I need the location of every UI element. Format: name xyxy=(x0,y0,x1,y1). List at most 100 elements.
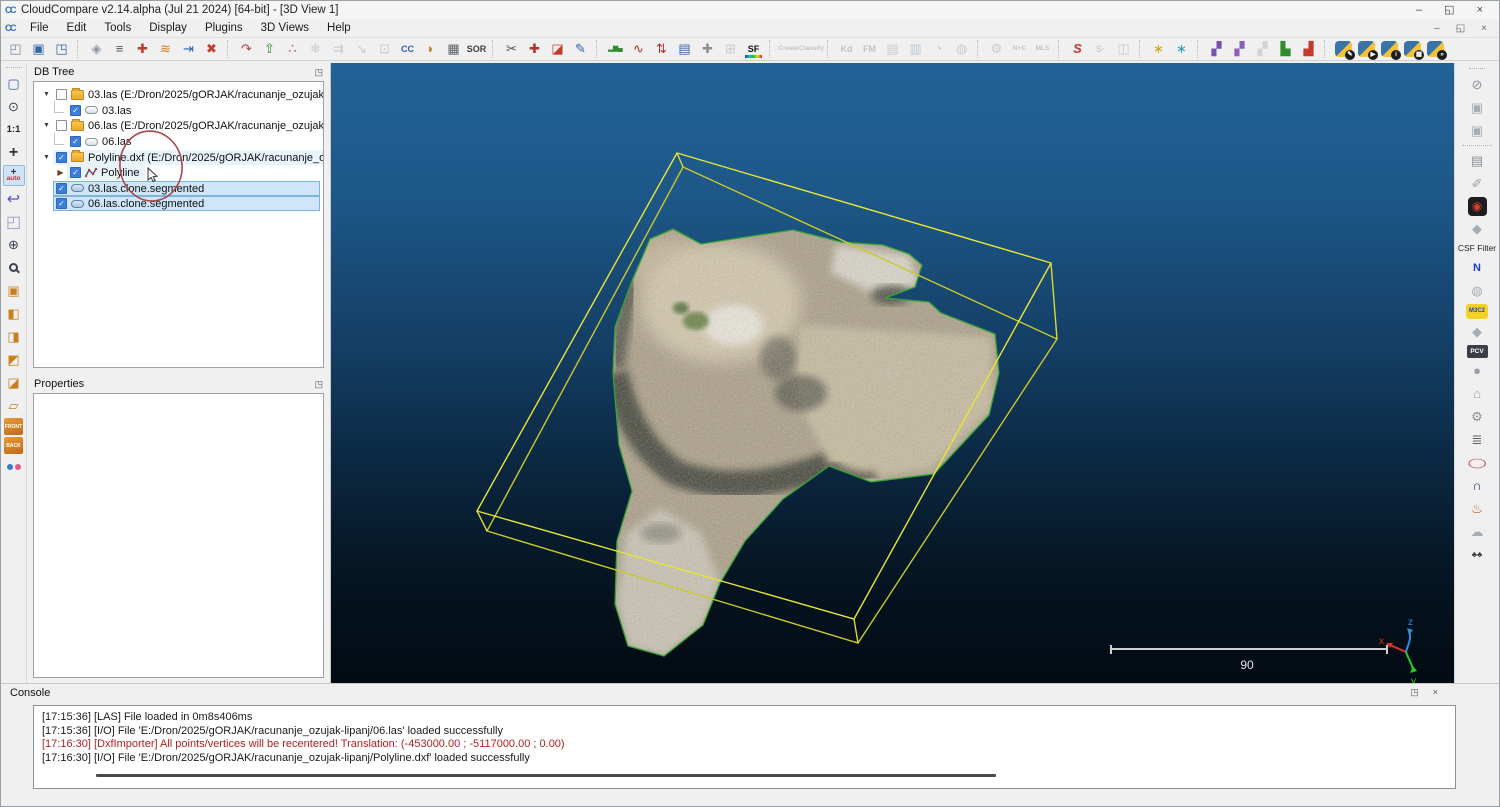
toolbar-compute-stat-params[interactable]: ∿ xyxy=(628,39,649,59)
right-toolbar-gears[interactable]: ⚙ xyxy=(1465,407,1489,427)
right-toolbar-pcv[interactable]: PCV xyxy=(1467,345,1488,358)
toolbar-plugin-settings[interactable]: ⚙ xyxy=(986,39,1007,59)
tree-row[interactable]: ▼03.las (E:/Dron/2025/gORJAK/racunanje_o… xyxy=(34,87,323,103)
toolbar-canupo-create[interactable]: Create xyxy=(778,39,799,59)
toolbar-segment[interactable]: ✂ xyxy=(501,39,522,59)
toolbar-apply-transformation[interactable]: ✚ xyxy=(132,39,153,59)
visibility-checkbox[interactable]: ✓ xyxy=(70,167,81,178)
restore-icon[interactable]: ◱ xyxy=(1444,1,1454,19)
toolbar-open[interactable]: ◰ xyxy=(5,39,26,59)
toolbar-python-editor[interactable]: ✎ xyxy=(1335,41,1352,57)
expander-open-icon[interactable]: ▼ xyxy=(40,122,53,129)
toolbar-delete[interactable]: ✖ xyxy=(201,39,222,59)
minimize-icon[interactable]: – xyxy=(1416,1,1422,19)
tree-row[interactable]: ▶✓Polyline xyxy=(34,165,323,181)
close-panel-icon[interactable]: × xyxy=(1433,687,1438,698)
tree-row[interactable]: ▼✓Polyline.dxf (E:/Dron/2025/gORJAK/racu… xyxy=(34,149,323,165)
left-toolbar-view-back[interactable]: ◩ xyxy=(3,349,25,370)
right-toolbar-compass[interactable]: ◉ xyxy=(1468,197,1487,216)
float-panel-icon[interactable]: ◳ xyxy=(314,66,323,78)
horizontal-scrollbar[interactable] xyxy=(96,774,996,777)
menu-plugins[interactable]: Plugins xyxy=(196,21,252,35)
toolbar-globe-projection[interactable]: ◍ xyxy=(951,39,972,59)
toolbar-spline-fit[interactable]: S xyxy=(1067,39,1088,59)
toolbar-canupo-classify[interactable]: Classify xyxy=(801,39,822,59)
left-toolbar-perspective-cube[interactable]: ◰ xyxy=(3,211,25,232)
toolbar-point-picking[interactable]: ✚ xyxy=(524,39,545,59)
tree-row[interactable]: ▼06.las (E:/Dron/2025/gORJAK/racunanje_o… xyxy=(34,118,323,134)
right-toolbar-layers-stack[interactable]: ≣ xyxy=(1465,430,1489,450)
right-toolbar-shield-1[interactable]: ◆ xyxy=(1465,219,1489,239)
right-toolbar-m3c2[interactable]: M3C2 xyxy=(1466,304,1488,319)
left-toolbar-zoom-1-1[interactable]: 1:1 xyxy=(3,119,25,140)
toolbar-python-repl[interactable]: » xyxy=(1427,41,1444,57)
console-log[interactable]: [17:15:36] [LAS] File loaded in 0m8s406m… xyxy=(33,705,1456,789)
float-panel-icon[interactable]: ◳ xyxy=(1410,687,1419,698)
toolbar-normals-nc[interactable]: N+C xyxy=(1009,39,1030,59)
right-toolbar-normals-tool[interactable]: N xyxy=(1465,258,1489,278)
right-toolbar-clamp-magnet[interactable]: ∩ xyxy=(1465,476,1489,496)
toolbar-python-packages[interactable]: ▦ xyxy=(1404,41,1421,57)
left-toolbar-stereo-mode[interactable] xyxy=(3,456,25,477)
toolbar-python-info[interactable]: i xyxy=(1381,41,1398,57)
left-toolbar-view-left[interactable]: ◨ xyxy=(3,326,25,347)
toolbar-sf-add[interactable]: ✚ xyxy=(697,39,718,59)
toolbar-toggle-properties[interactable]: ≡ xyxy=(109,39,130,59)
visibility-checkbox[interactable] xyxy=(56,120,67,131)
visibility-checkbox[interactable]: ✓ xyxy=(56,152,67,163)
right-toolbar-animation[interactable]: ▤ xyxy=(1465,151,1489,171)
left-toolbar-view-front-iso[interactable]: FRONT xyxy=(4,418,23,435)
expander-open-icon[interactable]: ▼ xyxy=(40,154,53,161)
menu-file[interactable]: File xyxy=(21,21,58,35)
right-toolbar-treeiso[interactable]: ♣♣ xyxy=(1465,545,1489,565)
menu-3d-views[interactable]: 3D Views xyxy=(252,21,318,35)
left-toolbar-view-top[interactable]: ▣ xyxy=(3,280,25,301)
mdi-minimize-icon[interactable]: – xyxy=(1434,23,1440,34)
toolbar-save-multiple[interactable]: ◳ xyxy=(51,39,72,59)
toolbar-subsample[interactable]: ∴ xyxy=(282,39,303,59)
tree-row[interactable]: ✓06.las xyxy=(34,134,323,150)
toolbar-drag-handle[interactable] xyxy=(1469,68,1485,69)
toolbar-compare-clouds[interactable]: CC xyxy=(397,39,418,59)
toolbar-python-run[interactable]: ▶ xyxy=(1358,41,1375,57)
left-toolbar-zoom-tool[interactable] xyxy=(3,257,25,278)
menu-help[interactable]: Help xyxy=(318,21,360,35)
menu-edit[interactable]: Edit xyxy=(58,21,96,35)
mdi-child-icon[interactable]: CC xyxy=(5,23,15,33)
toolbar-project-cloud[interactable]: ↘ xyxy=(351,39,372,59)
left-toolbar-view-right[interactable]: ◪ xyxy=(3,372,25,393)
toolbar-kd-tree[interactable]: Kd xyxy=(836,39,857,59)
left-toolbar-view-bottom[interactable]: ▱ xyxy=(3,395,25,416)
3d-viewport[interactable]: 90 x z y xyxy=(331,63,1454,685)
toolbar-sf-color-scale[interactable]: ▤ xyxy=(674,39,695,59)
right-toolbar-cloud-layers[interactable]: ☁ xyxy=(1465,522,1489,542)
right-toolbar-render-film[interactable]: ▣ xyxy=(1465,98,1489,118)
toolbar-masc-train[interactable]: ▞ xyxy=(1206,39,1227,59)
toolbar-gtools-classify[interactable]: ∗ xyxy=(1171,39,1192,59)
left-toolbar-previous-view[interactable]: ↩ xyxy=(3,188,25,209)
toolbar-drag-handle[interactable] xyxy=(6,67,22,68)
left-toolbar-screenshot[interactable]: ⊙ xyxy=(3,96,25,117)
toolbar-csv-export[interactable]: ▥ xyxy=(905,39,926,59)
right-toolbar-render-film-2[interactable]: ▣ xyxy=(1465,121,1489,141)
tree-row[interactable]: ✓06.las.clone.segmented xyxy=(34,196,323,212)
toolbar-save[interactable]: ▣ xyxy=(28,39,49,59)
toolbar-sf-calculator[interactable]: ⊞ xyxy=(720,39,741,59)
toolbar-primitive-factory[interactable]: ◗ xyxy=(420,39,441,59)
right-toolbar-hough-ellipse[interactable]: ◯ xyxy=(1465,457,1489,468)
left-toolbar-pan-mode[interactable]: ⊕ xyxy=(3,234,25,255)
right-toolbar-hdr[interactable]: ◍ xyxy=(1465,281,1489,301)
toolbar-sf-arithmetic[interactable]: SF xyxy=(743,39,764,59)
visibility-checkbox[interactable]: ✓ xyxy=(70,105,81,116)
right-toolbar-plugin-disabled[interactable]: ⊘ xyxy=(1465,75,1489,95)
visibility-checkbox[interactable] xyxy=(56,89,67,100)
left-toolbar-pivot-center[interactable]: + xyxy=(3,142,25,163)
left-toolbar-display-options[interactable]: ▢ xyxy=(3,73,25,94)
menu-tools[interactable]: Tools xyxy=(95,21,140,35)
toolbar-fast-marching[interactable]: FM xyxy=(859,39,880,59)
toolbar-global-shift[interactable]: ◈ xyxy=(86,39,107,59)
toolbar-gtools-trace[interactable]: ∗ xyxy=(1148,39,1169,59)
toolbar-spline-sample[interactable]: S· xyxy=(1090,39,1111,59)
toolbar-translate-rotate[interactable]: ⇧ xyxy=(259,39,280,59)
toolbar-mesh-boolean[interactable]: ◫ xyxy=(1113,39,1134,59)
